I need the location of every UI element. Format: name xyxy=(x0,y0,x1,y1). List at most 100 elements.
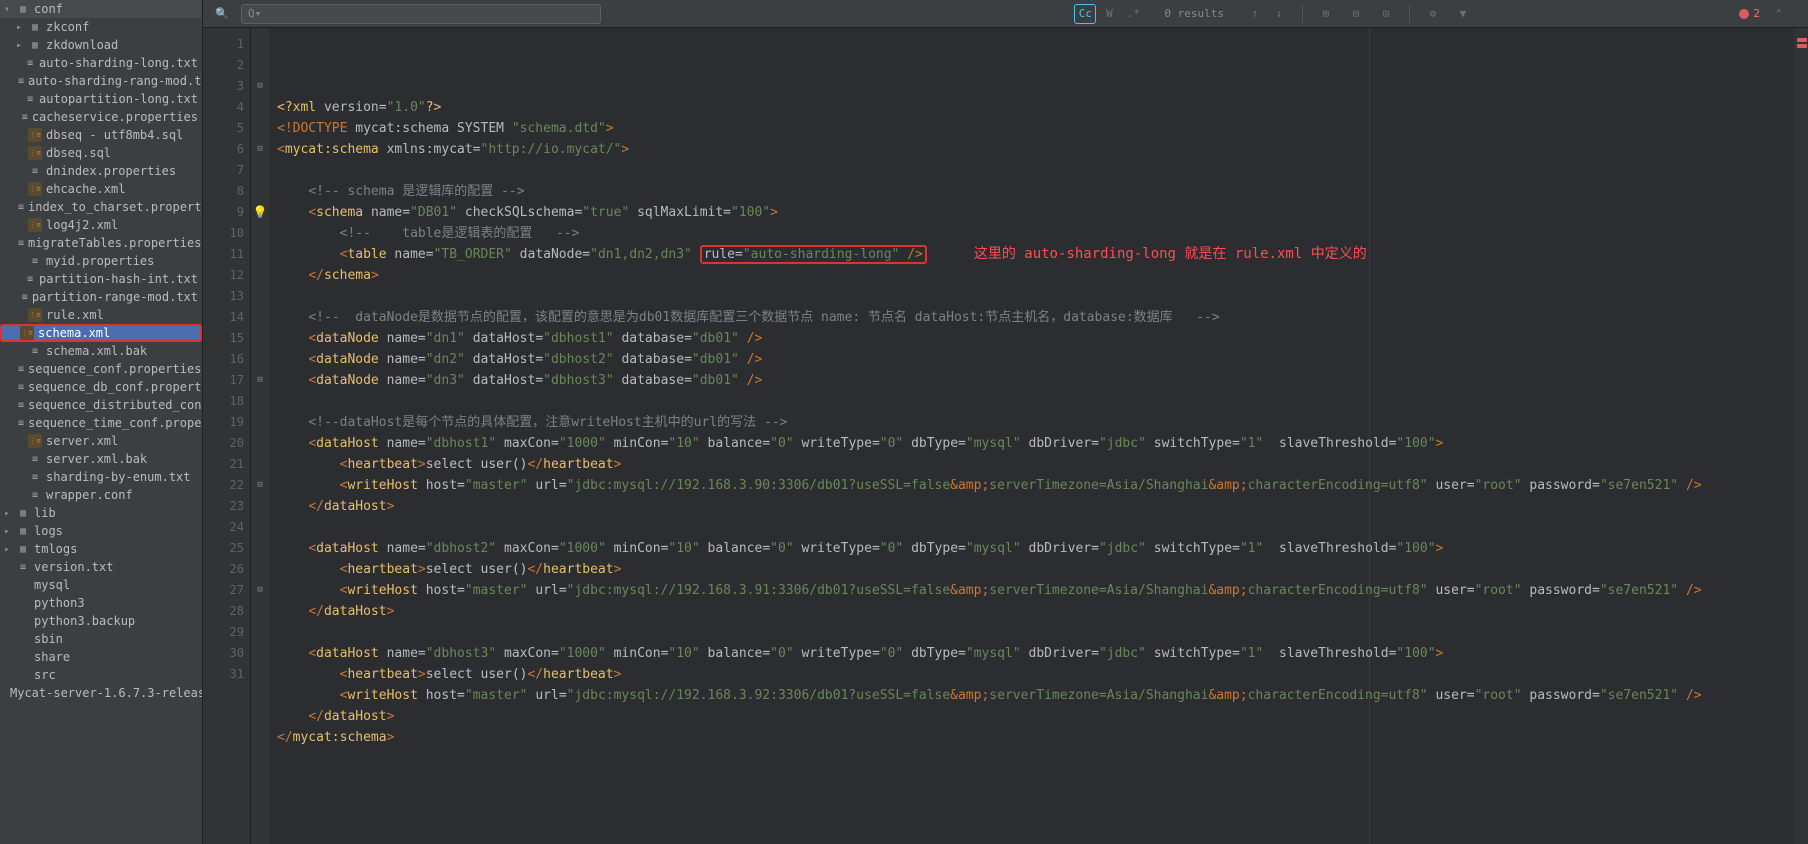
fold-toggle-icon[interactable]: ⊟ xyxy=(257,585,262,595)
tree-item[interactable]: ≡partition-range-mod.txt xyxy=(0,288,202,306)
tree-item[interactable]: ⋮≡schema.xml xyxy=(0,324,202,342)
tree-item[interactable]: python3.backup xyxy=(0,612,202,630)
code-line[interactable]: <heartbeat>select user()</heartbeat> xyxy=(277,454,1794,475)
code-area[interactable]: <?xml version="1.0"?><!DOCTYPE mycat:sch… xyxy=(269,28,1794,844)
intention-bulb-icon[interactable]: 💡 xyxy=(253,202,268,223)
fold-toggle-icon[interactable]: ⊟ xyxy=(257,144,262,154)
tree-item[interactable]: ▸▦tmlogs xyxy=(0,540,202,558)
tree-item[interactable]: Mycat-server-1.6.7.3-release-20210913 xyxy=(0,684,202,702)
tree-item[interactable]: ≡sharding-by-enum.txt xyxy=(0,468,202,486)
tree-item[interactable]: mysql xyxy=(0,576,202,594)
tree-item[interactable]: ▸▦zkconf xyxy=(0,18,202,36)
code-line[interactable]: <heartbeat>select user()</heartbeat> xyxy=(277,664,1794,685)
tree-item[interactable]: ≡wrapper.conf xyxy=(0,486,202,504)
add-selection-icon[interactable]: ⊞ xyxy=(1315,4,1337,24)
find-next-button[interactable]: ↓ xyxy=(1268,4,1290,24)
tree-item[interactable]: ⋮≡dbseq - utf8mb4.sql xyxy=(0,126,202,144)
code-line[interactable]: </schema> xyxy=(277,265,1794,286)
tree-item[interactable]: ▸▦logs xyxy=(0,522,202,540)
code-line[interactable]: <!--dataHost是每个节点的具体配置，注意writeHost主机中的ur… xyxy=(277,412,1794,433)
code-line[interactable]: <!-- dataNode是数据节点的配置，该配置的意思是为db01数据库配置三… xyxy=(277,307,1794,328)
tree-item-label: auto-sharding-long.txt xyxy=(39,56,198,70)
code-line[interactable]: <!-- table是逻辑表的配置 --> xyxy=(277,223,1794,244)
code-line[interactable] xyxy=(277,622,1794,643)
fold-toggle-icon[interactable]: ⊟ xyxy=(257,480,262,490)
tree-item[interactable]: ▸▦zkdownload xyxy=(0,36,202,54)
error-marker[interactable] xyxy=(1797,44,1807,48)
project-tree[interactable]: ▾▦conf▸▦zkconf▸▦zkdownload≡auto-sharding… xyxy=(0,0,203,844)
code-line[interactable]: <writeHost host="master" url="jdbc:mysql… xyxy=(277,475,1794,496)
tree-item[interactable]: ⋮≡rule.xml xyxy=(0,306,202,324)
filter-settings-icon[interactable]: ⚙ xyxy=(1422,4,1444,24)
tree-item[interactable]: ≡sequence_conf.properties xyxy=(0,360,202,378)
code-line[interactable]: <dataHost name="dbhost1" maxCon="1000" m… xyxy=(277,433,1794,454)
tree-item[interactable]: ⋮≡ehcache.xml xyxy=(0,180,202,198)
code-line[interactable]: <dataHost name="dbhost2" maxCon="1000" m… xyxy=(277,538,1794,559)
code-line[interactable]: <heartbeat>select user()</heartbeat> xyxy=(277,559,1794,580)
tree-item[interactable]: ≡version.txt xyxy=(0,558,202,576)
select-all-icon[interactable]: ⊟ xyxy=(1345,4,1367,24)
tree-item[interactable]: ≡myid.properties xyxy=(0,252,202,270)
tree-item[interactable]: ≡sequence_time_conf.properties xyxy=(0,414,202,432)
filter-icon[interactable]: ▼ xyxy=(1452,4,1474,24)
tree-item[interactable]: ≡sequence_db_conf.properties xyxy=(0,378,202,396)
errors-badge[interactable]: 2 xyxy=(1739,7,1760,20)
search-icon[interactable]: 🔍 xyxy=(211,4,233,24)
tree-item[interactable]: ≡index_to_charset.properties xyxy=(0,198,202,216)
code-line[interactable]: <dataHost name="dbhost3" maxCon="1000" m… xyxy=(277,643,1794,664)
tree-item[interactable]: ≡partition-hash-int.txt xyxy=(0,270,202,288)
tree-item[interactable]: ⋮≡log4j2.xml xyxy=(0,216,202,234)
regex-button[interactable]: .* xyxy=(1122,4,1144,24)
tree-item[interactable]: ≡auto-sharding-rang-mod.txt xyxy=(0,72,202,90)
fold-toggle-icon[interactable]: ⊟ xyxy=(257,375,262,385)
code-line[interactable] xyxy=(277,517,1794,538)
text-file-icon: ≡ xyxy=(18,416,24,430)
error-icon xyxy=(1739,9,1749,19)
error-stripe[interactable] xyxy=(1794,28,1808,844)
code-line[interactable]: </dataHost> xyxy=(277,706,1794,727)
code-line[interactable]: <schema name="DB01" checkSQLschema="true… xyxy=(277,202,1794,223)
tree-item[interactable]: ⋮≡server.xml xyxy=(0,432,202,450)
tree-item[interactable]: ≡auto-sharding-long.txt xyxy=(0,54,202,72)
code-line[interactable]: </mycat:schema> xyxy=(277,727,1794,748)
code-line[interactable] xyxy=(277,286,1794,307)
code-line[interactable]: <?xml version="1.0"?> xyxy=(277,97,1794,118)
code-line[interactable] xyxy=(277,391,1794,412)
code-line[interactable]: <!-- schema 是逻辑库的配置 --> xyxy=(277,181,1794,202)
tree-item[interactable]: share xyxy=(0,648,202,666)
tree-item[interactable]: python3 xyxy=(0,594,202,612)
find-input[interactable]: Q▾ xyxy=(241,4,601,24)
code-line[interactable]: </dataHost> xyxy=(277,496,1794,517)
code-line[interactable] xyxy=(277,160,1794,181)
chevron-down-icon[interactable]: ⌃ xyxy=(1768,4,1790,24)
tree-item[interactable]: ⋮≡dbseq.sql xyxy=(0,144,202,162)
tree-item[interactable]: ≡server.xml.bak xyxy=(0,450,202,468)
fold-column[interactable]: ⊟ ⊟ 💡 ⊟ ⊟ ⊟ xyxy=(251,28,269,844)
code-line[interactable]: <writeHost host="master" url="jdbc:mysql… xyxy=(277,685,1794,706)
code-line[interactable]: <mycat:schema xmlns:mycat="http://io.myc… xyxy=(277,139,1794,160)
code-line[interactable]: <dataNode name="dn1" dataHost="dbhost1" … xyxy=(277,328,1794,349)
code-line[interactable]: <!DOCTYPE mycat:schema SYSTEM "schema.dt… xyxy=(277,118,1794,139)
tree-item[interactable]: src xyxy=(0,666,202,684)
fold-toggle-icon[interactable]: ⊟ xyxy=(257,81,262,91)
code-line[interactable]: <dataNode name="dn3" dataHost="dbhost3" … xyxy=(277,370,1794,391)
tree-item-label: partition-range-mod.txt xyxy=(32,290,198,304)
toggle-icon[interactable]: ⊡ xyxy=(1375,4,1397,24)
code-line[interactable]: <writeHost host="master" url="jdbc:mysql… xyxy=(277,580,1794,601)
tree-item[interactable]: ≡autopartition-long.txt xyxy=(0,90,202,108)
match-case-button[interactable]: Cc xyxy=(1074,4,1096,24)
tree-item[interactable]: sbin xyxy=(0,630,202,648)
error-marker[interactable] xyxy=(1797,38,1807,42)
tree-item[interactable]: ≡schema.xml.bak xyxy=(0,342,202,360)
tree-item[interactable]: ≡cacheservice.properties xyxy=(0,108,202,126)
tree-item[interactable]: ≡sequence_distributed_conf.properties xyxy=(0,396,202,414)
code-line[interactable]: <dataNode name="dn2" dataHost="dbhost2" … xyxy=(277,349,1794,370)
words-button[interactable]: W xyxy=(1098,4,1120,24)
find-prev-button[interactable]: ↑ xyxy=(1244,4,1266,24)
code-line[interactable]: </dataHost> xyxy=(277,601,1794,622)
tree-item[interactable]: ▸▦lib xyxy=(0,504,202,522)
code-line[interactable]: <table name="TB_ORDER" dataNode="dn1,dn2… xyxy=(277,244,1794,265)
tree-item[interactable]: ≡migrateTables.properties xyxy=(0,234,202,252)
tree-item[interactable]: ≡dnindex.properties xyxy=(0,162,202,180)
tree-item[interactable]: ▾▦conf xyxy=(0,0,202,18)
